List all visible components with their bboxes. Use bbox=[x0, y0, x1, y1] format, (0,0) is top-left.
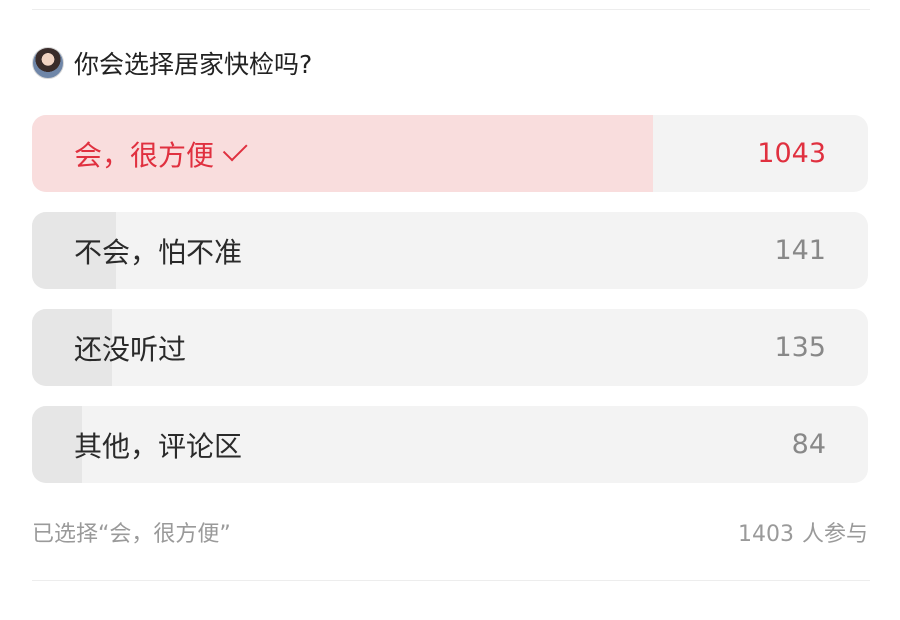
participants-suffix: 人参与 bbox=[801, 522, 868, 547]
participants-summary: 1403 人参与 bbox=[738, 516, 868, 548]
poll-options: 会，很方便 1043 不会，怕不准 141 还没听过 135 其他，评论区 84 bbox=[32, 115, 868, 483]
poll-option-text: 会，很方便 bbox=[74, 138, 215, 172]
poll-option-label: 不会，怕不准 bbox=[74, 212, 242, 289]
poll-header: 你会选择居家快检吗? bbox=[32, 44, 312, 82]
poll-option-label: 会，很方便 bbox=[74, 115, 248, 192]
selected-choice-text: 已选择“会，很方便” bbox=[32, 522, 231, 547]
poll-option-text: 不会，怕不准 bbox=[74, 235, 243, 269]
top-divider bbox=[32, 9, 870, 10]
poll-option-1[interactable]: 会，很方便 1043 bbox=[32, 115, 868, 192]
poll-option-count: 1043 bbox=[757, 138, 826, 169]
poll-option-count: 141 bbox=[774, 235, 826, 266]
poll-option-2[interactable]: 不会，怕不准 141 bbox=[32, 212, 868, 289]
participants-count: 1403 bbox=[737, 522, 794, 547]
poll-option-label: 其他，评论区 bbox=[74, 406, 242, 483]
bottom-divider bbox=[32, 580, 870, 581]
poll-option-count: 84 bbox=[791, 429, 826, 460]
avatar[interactable] bbox=[32, 47, 64, 79]
poll-option-label: 还没听过 bbox=[74, 309, 186, 386]
poll-option-text: 其他，评论区 bbox=[74, 429, 243, 463]
poll-option-text: 还没听过 bbox=[74, 332, 187, 366]
poll-option-3[interactable]: 还没听过 135 bbox=[32, 309, 868, 386]
poll-option-count: 135 bbox=[774, 332, 826, 363]
poll-question: 你会选择居家快检吗? bbox=[74, 50, 313, 79]
poll-option-4[interactable]: 其他，评论区 84 bbox=[32, 406, 868, 483]
poll-footer: 已选择“会，很方便” 1403 人参与 bbox=[32, 512, 868, 552]
